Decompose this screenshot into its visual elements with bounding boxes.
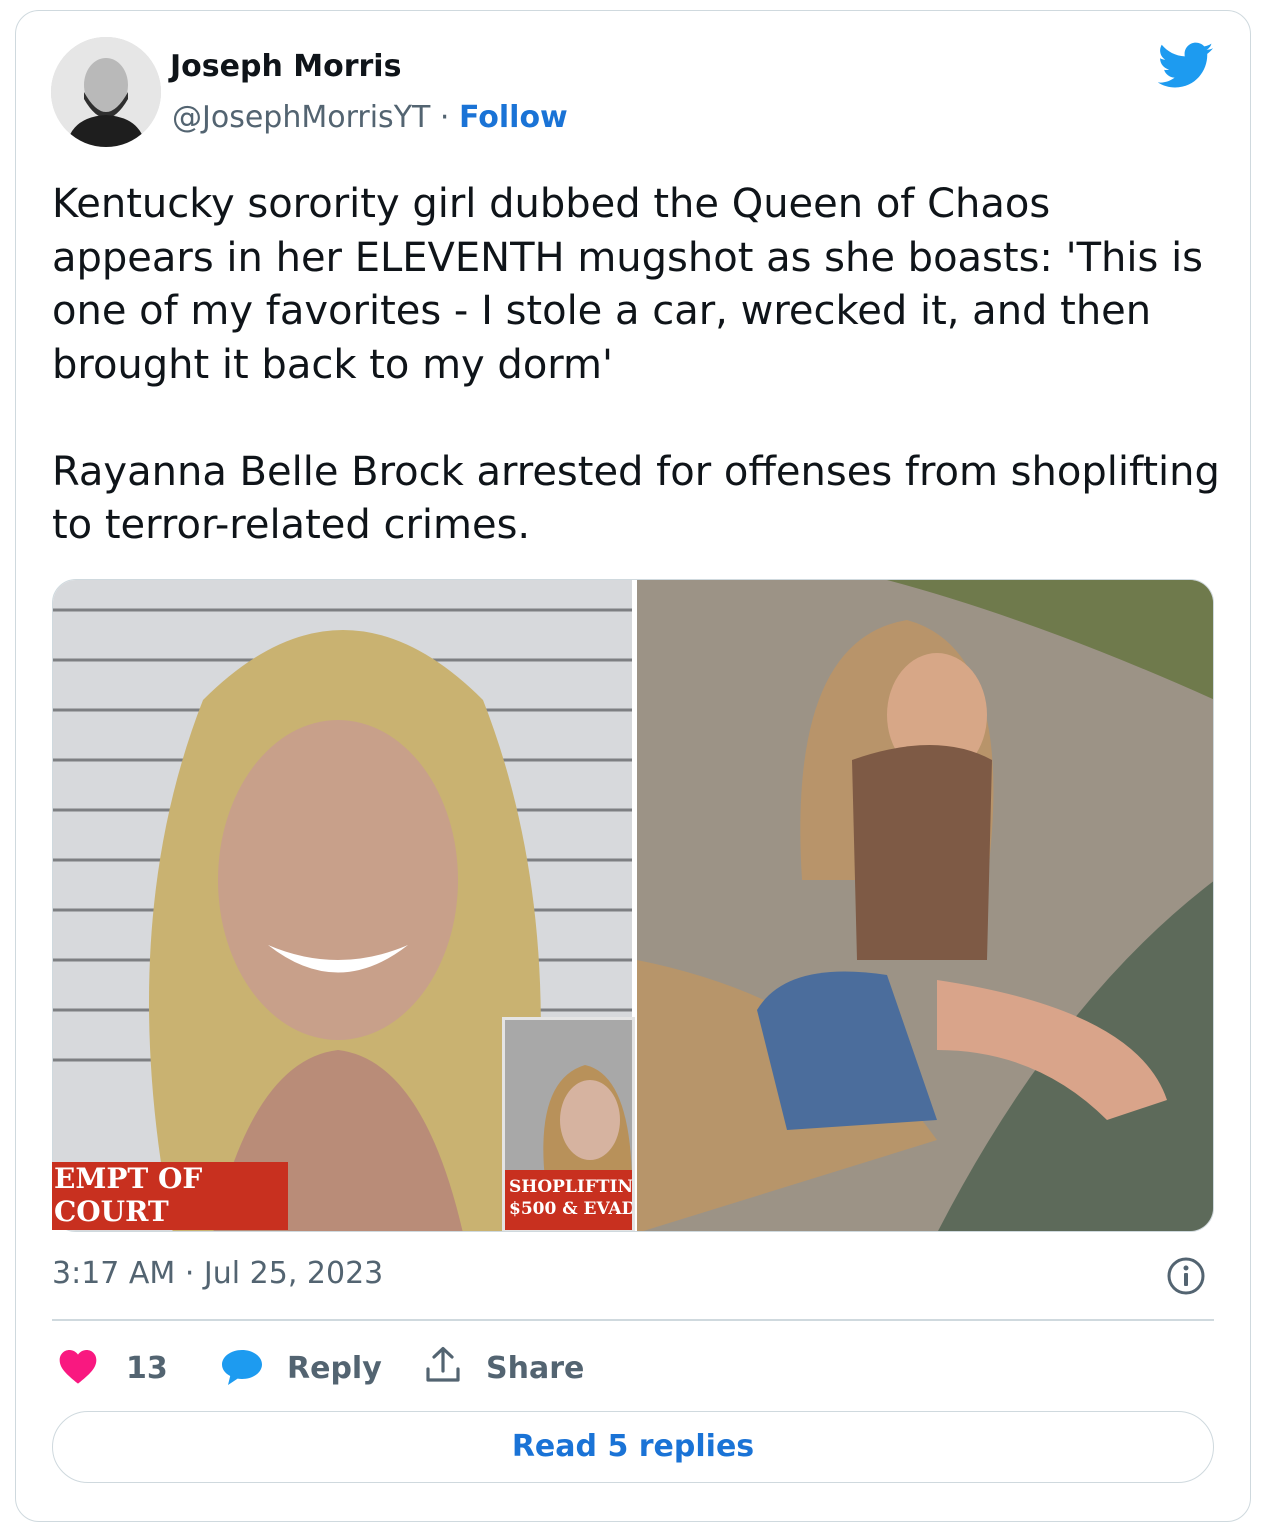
share-button[interactable]: Share	[486, 1351, 584, 1386]
author-avatar[interactable]	[51, 37, 161, 147]
divider	[52, 1319, 1214, 1321]
inset-mugshot: SHOPLIFTING $500 & EVADIN	[502, 1017, 635, 1231]
tweet-timestamp[interactable]: 3:17 AM · Jul 25, 2023	[52, 1256, 383, 1291]
reply-button[interactable]: Reply	[287, 1351, 382, 1386]
mugshot-caption-line1: EMPT OF COURT	[54, 1162, 203, 1228]
info-icon[interactable]	[1166, 1256, 1206, 1296]
share-upload-icon[interactable]	[423, 1345, 463, 1385]
river-photo[interactable]	[637, 580, 1213, 1231]
author-handle[interactable]: @JosephMorrisYT	[172, 100, 430, 135]
river-image	[637, 580, 1213, 1231]
like-heart-icon[interactable]	[58, 1347, 98, 1385]
inset-caption-line1: SHOPLIFTING	[509, 1177, 635, 1197]
separator-dot: ·	[439, 100, 450, 135]
tweet-text: Kentucky sorority girl dubbed the Queen …	[52, 181, 1220, 548]
tweet-actions: 13 Reply Share	[52, 1345, 1214, 1395]
inset-caption-line2: $500 & EVADIN	[509, 1199, 635, 1219]
author-name[interactable]: Joseph Morris	[170, 49, 401, 84]
read-replies-button[interactable]: Read 5 replies	[52, 1411, 1214, 1483]
like-count[interactable]: 13	[126, 1351, 168, 1386]
follow-link[interactable]: Follow	[459, 100, 568, 135]
inset-caption: SHOPLIFTING $500 & EVADIN	[505, 1170, 632, 1230]
twitter-bird-icon[interactable]	[1158, 42, 1214, 90]
author-handle-row: @JosephMorrisYT · Follow	[172, 100, 568, 135]
reply-bubble-icon[interactable]	[220, 1347, 264, 1387]
mugshot-caption: EMPT OF COURT /SLANDER	[52, 1162, 288, 1261]
tweet-media[interactable]: SHOPLIFTING $500 & EVADIN	[52, 579, 1214, 1232]
avatar-image	[51, 37, 161, 147]
